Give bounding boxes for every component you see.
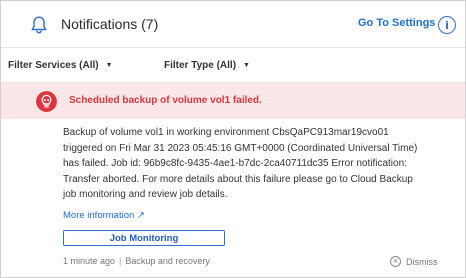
notification-body-line: job monitoring and review job details.	[63, 189, 228, 200]
panel-header: Notifications (7) Go To Settings i	[1, 1, 465, 48]
filter-bar: Filter Services (All) ▼ Filter Type (All…	[1, 48, 465, 83]
chevron-down-icon: ▼	[243, 62, 250, 69]
notification-body: Backup of volume vol1 in working environ…	[63, 125, 423, 203]
notifications-panel: Notifications (7) Go To Settings i Filte…	[0, 0, 466, 278]
filter-type-dropdown[interactable]: Filter Type (All) ▼	[164, 60, 250, 71]
meta-separator: |	[119, 256, 122, 266]
notification-body-line: Backup of volume vol1 in working environ…	[63, 127, 389, 138]
job-monitoring-button[interactable]: Job Monitoring	[63, 230, 225, 246]
notification-body-line: Transfer aborted. For more details about…	[63, 173, 413, 185]
notification-body-line: triggered on Fri Mar 31 2023 05:45:16 GM…	[63, 142, 418, 154]
go-to-settings-link[interactable]: Go To Settings	[358, 17, 435, 29]
notification-source: Backup and recovery	[125, 256, 210, 266]
filter-services-dropdown[interactable]: Filter Services (All) ▼	[8, 60, 113, 71]
info-icon[interactable]: i	[438, 16, 456, 34]
more-information-link[interactable]: More information ↗	[63, 210, 145, 221]
notification-meta: 1 minute ago | Backup and recovery	[63, 256, 210, 266]
close-icon: ×	[390, 256, 401, 267]
notification-body-line: has failed. Job id: 96b9c8fc-9435-4ae1-b…	[63, 158, 407, 169]
panel-title: Notifications (7)	[61, 16, 159, 32]
dismiss-button[interactable]: × Dismiss	[390, 256, 438, 267]
bell-icon	[31, 16, 47, 34]
chevron-down-icon: ▼	[105, 62, 113, 69]
notification-headline: Scheduled backup of volume vol1 failed.	[69, 95, 262, 106]
notification-alert-banner: Scheduled backup of volume vol1 failed.	[1, 83, 465, 119]
dismiss-label: Dismiss	[406, 256, 438, 267]
notification-time: 1 minute ago	[63, 256, 116, 266]
filter-services-label: Filter Services (All)	[8, 60, 99, 71]
filter-type-label: Filter Type (All)	[164, 60, 237, 71]
error-icon	[36, 91, 57, 112]
